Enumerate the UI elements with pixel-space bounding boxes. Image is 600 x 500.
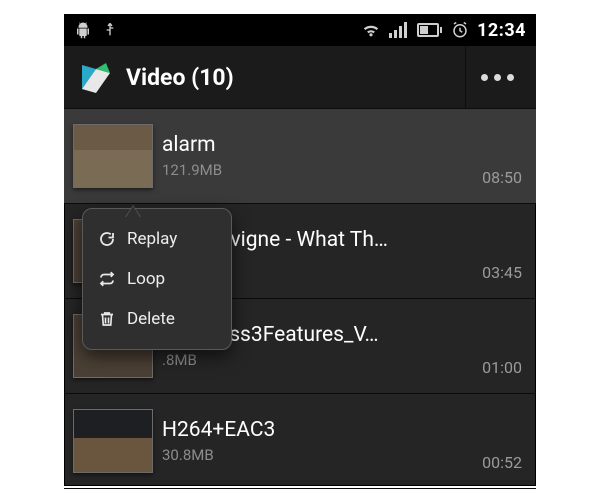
overflow-menu-button[interactable] xyxy=(465,46,528,108)
video-size: 30.8MB xyxy=(162,446,482,464)
signal-icon xyxy=(389,22,409,38)
menu-item-delete[interactable]: Delete xyxy=(83,299,231,339)
video-title: H264+EAC3 xyxy=(162,418,482,442)
menu-item-label: Replay xyxy=(127,229,177,249)
status-bar: 12:34 xyxy=(64,14,536,46)
video-row[interactable]: H264+EAC3 30.8MB 00:52 xyxy=(64,394,536,489)
battery-icon xyxy=(417,23,443,37)
video-title: alarm xyxy=(162,133,482,157)
video-thumbnail xyxy=(73,409,153,473)
usb-icon xyxy=(102,21,118,39)
video-duration: 03:45 xyxy=(482,263,522,282)
menu-item-label: Loop xyxy=(127,269,165,289)
alarm-icon xyxy=(451,21,469,39)
page-title: Video (10) xyxy=(126,64,465,91)
trash-icon xyxy=(97,310,117,328)
video-duration: 08:50 xyxy=(482,168,522,187)
menu-item-label: Delete xyxy=(127,309,175,329)
video-row[interactable]: alarm 121.9MB 08:50 xyxy=(64,109,536,204)
replay-icon xyxy=(97,230,117,248)
video-thumbnail xyxy=(73,124,153,188)
context-popover: Replay Loop Delete xyxy=(82,208,232,350)
android-icon xyxy=(74,21,92,39)
video-duration: 00:52 xyxy=(482,453,522,472)
menu-item-loop[interactable]: Loop xyxy=(83,259,231,299)
phone-frame: 12:34 Video (10) alarm 121.9MB 08:50 xyxy=(64,14,536,486)
video-duration: 01:00 xyxy=(482,358,522,377)
wifi-icon xyxy=(361,22,381,38)
video-size: .8MB xyxy=(162,351,482,369)
status-clock: 12:34 xyxy=(477,20,526,41)
video-size: 121.9MB xyxy=(162,161,482,179)
app-logo-icon xyxy=(76,59,112,95)
app-header: Video (10) xyxy=(64,46,536,109)
loop-icon xyxy=(97,270,117,288)
menu-item-replay[interactable]: Replay xyxy=(83,219,231,259)
